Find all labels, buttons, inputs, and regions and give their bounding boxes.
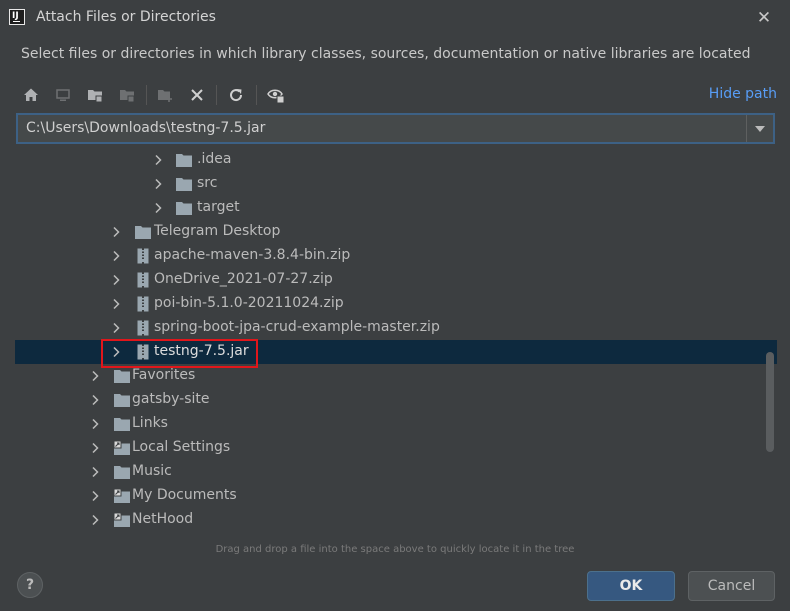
archive-icon [137, 272, 153, 288]
chevron-right-icon[interactable] [89, 442, 101, 454]
dialog-description: Select files or directories in which lib… [21, 46, 751, 62]
tree-row[interactable]: gatsby-site [15, 388, 777, 412]
tree-row[interactable]: OneDrive_2021-07-27.zip [15, 268, 777, 292]
chevron-right-icon[interactable] [89, 466, 101, 478]
folder-icon [114, 393, 130, 407]
tree-scrollbar[interactable] [766, 352, 774, 452]
tree-row-label: .idea [197, 151, 232, 167]
tree-row-label: Links [132, 415, 168, 431]
tree-row-label: OneDrive_2021-07-27.zip [154, 271, 333, 287]
tree-row-label: Favorites [132, 367, 196, 383]
tree-row[interactable]: apache-maven-3.8.4-bin.zip [15, 244, 777, 268]
chevron-right-icon[interactable] [110, 250, 122, 262]
chevron-right-icon[interactable] [110, 226, 122, 238]
chevron-right-icon[interactable] [110, 298, 122, 310]
desktop-icon[interactable] [50, 82, 76, 108]
path-input[interactable]: C:\Users\Downloads\testng-7.5.jar [26, 120, 265, 136]
drag-drop-hint: Drag and drop a file into the space abov… [215, 544, 575, 555]
chevron-down-icon[interactable] [746, 115, 773, 142]
module-folder-icon[interactable] [114, 82, 140, 108]
tree-row-label: gatsby-site [132, 391, 210, 407]
project-folder-icon[interactable] [82, 82, 108, 108]
archive-icon [137, 320, 153, 336]
archive-icon [137, 248, 153, 264]
chevron-right-icon[interactable] [89, 418, 101, 430]
chevron-right-icon[interactable] [110, 322, 122, 334]
folder-icon [135, 225, 151, 239]
tree-row-label: apache-maven-3.8.4-bin.zip [154, 247, 351, 263]
folder-icon [114, 417, 130, 431]
chevron-right-icon[interactable] [152, 202, 164, 214]
tree-row[interactable]: Links [15, 412, 777, 436]
tree-row[interactable]: NetHood [15, 508, 777, 532]
new-folder-icon[interactable] [152, 82, 178, 108]
tree-row-label: Local Settings [132, 439, 231, 455]
chevron-right-icon[interactable] [89, 394, 101, 406]
delete-icon[interactable] [184, 82, 210, 108]
folder-icon [114, 465, 130, 479]
chevron-right-icon[interactable] [152, 154, 164, 166]
folder-icon [176, 153, 192, 167]
chevron-right-icon[interactable] [89, 490, 101, 502]
refresh-icon[interactable] [223, 82, 249, 108]
tree-row[interactable]: Music [15, 460, 777, 484]
annotation-highlight-box [101, 339, 258, 368]
folder-icon [176, 201, 192, 215]
intellij-app-icon: IJ [9, 9, 25, 25]
tree-row-label: target [197, 199, 240, 215]
hide-path-link[interactable]: Hide path [709, 86, 777, 102]
folder-shortcut-icon [113, 440, 130, 455]
folder-shortcut-icon [113, 512, 130, 527]
tree-row[interactable]: src [15, 172, 777, 196]
tree-row-label: poi-bin-5.1.0-20211024.zip [154, 295, 344, 311]
folder-icon [114, 369, 130, 383]
tree-row-label: My Documents [132, 487, 237, 503]
folder-icon [176, 177, 192, 191]
toolbar [18, 82, 318, 108]
chevron-right-icon[interactable] [89, 514, 101, 526]
chevron-right-icon[interactable] [152, 178, 164, 190]
path-combobox[interactable]: C:\Users\Downloads\testng-7.5.jar [16, 113, 775, 144]
tree-row-label: src [197, 175, 218, 191]
archive-icon [137, 296, 153, 312]
title-bar: IJ Attach Files or Directories ✕ [0, 0, 790, 36]
tree-row[interactable]: target [15, 196, 777, 220]
home-icon[interactable] [18, 82, 44, 108]
folder-shortcut-icon [113, 488, 130, 503]
tree-row-label: spring-boot-jpa-crud-example-master.zip [154, 319, 440, 335]
tree-row[interactable]: Local Settings [15, 436, 777, 460]
close-icon[interactable]: ✕ [751, 6, 777, 30]
show-hidden-icon[interactable] [263, 82, 289, 108]
tree-row-label: Music [132, 463, 172, 479]
tree-row[interactable]: .idea [15, 148, 777, 172]
tree-row[interactable]: My Documents [15, 484, 777, 508]
chevron-right-icon[interactable] [110, 274, 122, 286]
tree-row-label: Telegram Desktop [154, 223, 281, 239]
ok-button[interactable]: OK [587, 571, 675, 601]
window-title: Attach Files or Directories [36, 9, 216, 25]
tree-row[interactable]: Telegram Desktop [15, 220, 777, 244]
tree-row[interactable]: poi-bin-5.1.0-20211024.zip [15, 292, 777, 316]
chevron-right-icon[interactable] [89, 370, 101, 382]
cancel-button[interactable]: Cancel [688, 571, 775, 601]
help-button[interactable]: ? [17, 572, 43, 598]
tree-row-label: NetHood [132, 511, 194, 527]
tree-row[interactable]: spring-boot-jpa-crud-example-master.zip [15, 316, 777, 340]
